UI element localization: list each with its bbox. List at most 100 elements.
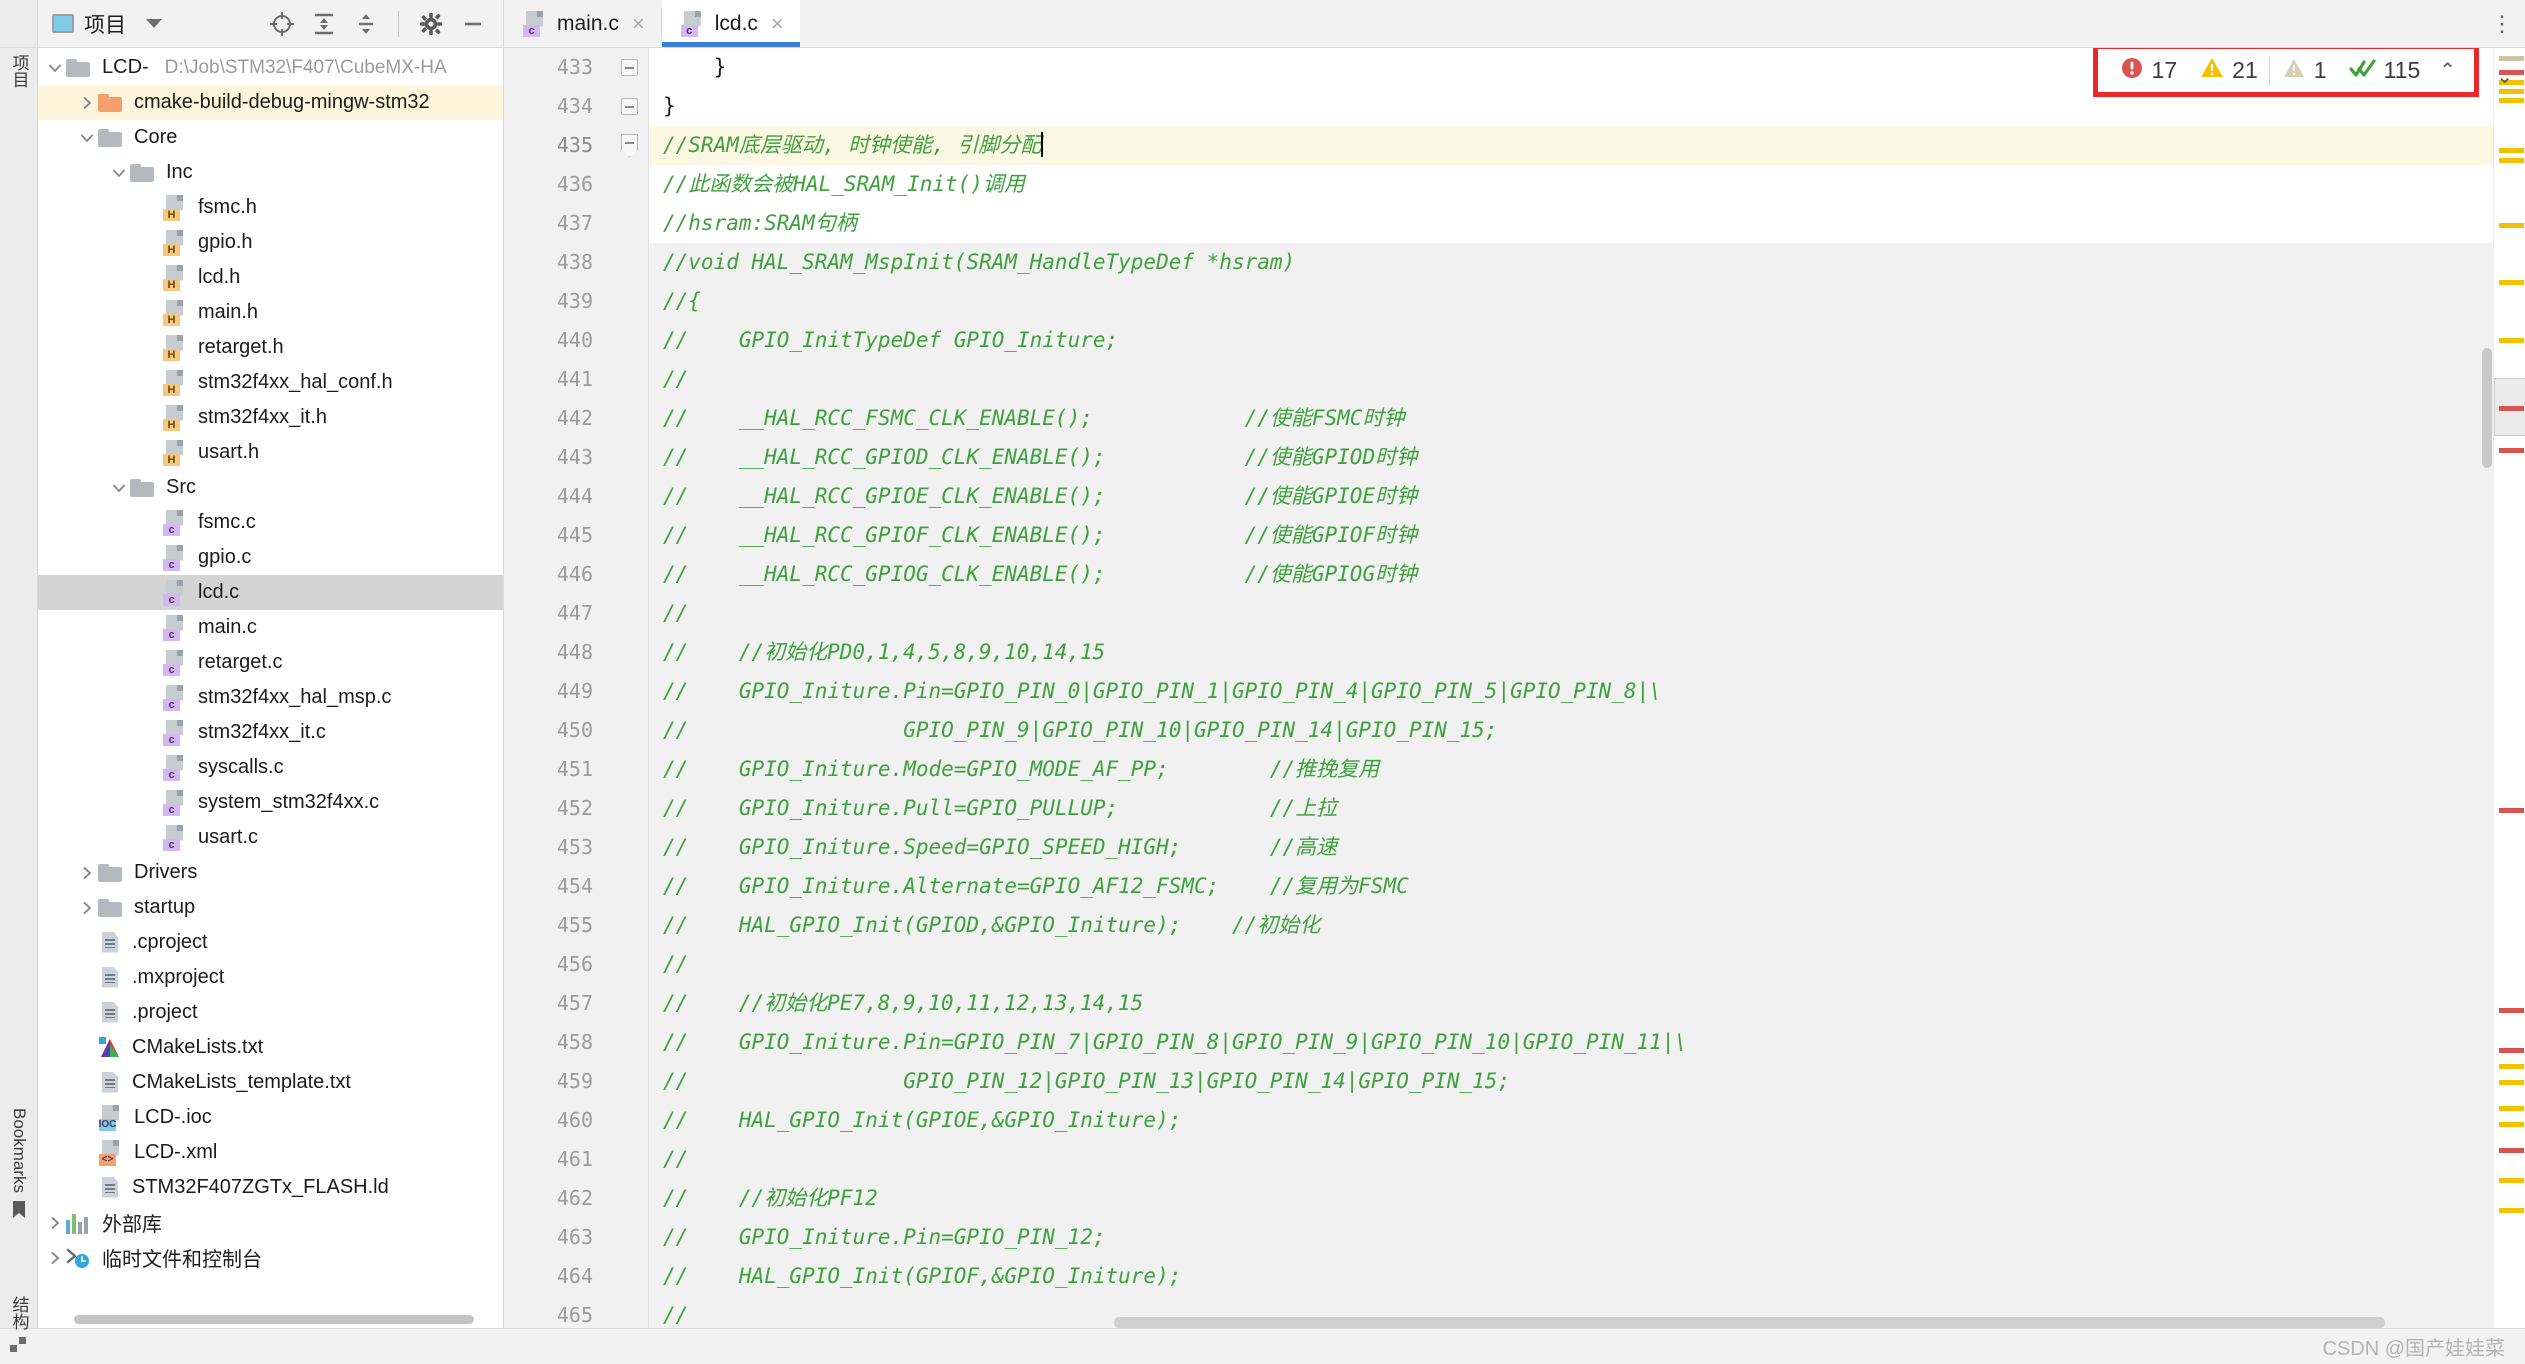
tree-node[interactable]: cgpio.c [38,540,503,575]
tree-node[interactable]: .mxproject [38,960,503,995]
code-line[interactable]: // __HAL_RCC_GPIOG_CLK_ENABLE(); //使能GPI… [649,555,2493,594]
inspection-widget[interactable]: 17 21 1 [2093,48,2479,97]
tree-node[interactable]: .cproject [38,925,503,960]
stripe-marker-err[interactable] [2499,406,2524,411]
collapse-all-icon[interactable] [351,9,381,39]
code-folding-gutter[interactable] [609,48,649,1328]
code-line[interactable]: //此函数会被HAL_SRAM_Init()调用 [649,165,2493,204]
close-icon[interactable]: × [771,13,784,35]
editor-tab-main-c[interactable]: c main.c × [504,0,661,47]
tree-node[interactable]: csyscalls.c [38,750,503,785]
code-line[interactable]: // //初始化PF12 [649,1179,2493,1218]
tree-node[interactable]: 临时文件和控制台 [38,1240,503,1275]
code-line[interactable]: // __HAL_RCC_FSMC_CLK_ENABLE(); //使能FSMC… [649,399,2493,438]
warning-count-item[interactable]: 21 [2188,55,2269,86]
minimize-icon[interactable] [458,9,488,39]
code-line[interactable]: // [649,1140,2493,1179]
code-line[interactable]: // [649,360,2493,399]
stripe-marker-err[interactable] [2499,1148,2524,1153]
code-text-area[interactable]: }}//SRAM底层驱动, 时钟使能, 引脚分配//此函数会被HAL_SRAM_… [649,48,2493,1328]
stripe-marker-err[interactable] [2499,1048,2524,1053]
locate-icon[interactable] [267,9,297,39]
gear-icon[interactable] [416,9,446,39]
tab-overflow-menu[interactable]: ⋮ [2480,0,2525,47]
tree-node[interactable]: Drivers [38,855,503,890]
inspection-ok-item[interactable]: 115 [2338,55,2432,86]
tree-node[interactable]: Hfsmc.h [38,190,503,225]
tree-node[interactable]: Core [38,120,503,155]
tree-node[interactable]: cstm32f4xx_hal_msp.c [38,680,503,715]
stripe-marker-warn[interactable] [2499,1122,2524,1127]
stripe-marker-warn[interactable] [2499,98,2524,103]
chevron-down-icon[interactable] [108,162,130,184]
tree-node[interactable]: Husart.h [38,435,503,470]
tree-node[interactable]: cretarget.c [38,645,503,680]
tree-node[interactable]: cfsmc.c [38,505,503,540]
code-line[interactable]: // [649,945,2493,984]
chevron-right-icon[interactable] [44,1212,66,1234]
stripe-marker-tan[interactable] [2499,56,2524,61]
error-count-item[interactable]: 17 [2108,55,2189,86]
tree-node[interactable]: csystem_stm32f4xx.c [38,785,503,820]
stripe-marker-err[interactable] [2499,448,2524,453]
tree-node[interactable]: Inc [38,155,503,190]
editor-vertical-scrollbar[interactable] [2482,348,2492,468]
code-line[interactable]: // GPIO_Initure.Pin=GPIO_PIN_0|GPIO_PIN_… [649,672,2493,711]
stripe-marker-warn[interactable] [2499,280,2524,285]
stripe-marker-warn[interactable] [2499,148,2524,153]
code-line[interactable]: //hsram:SRAM句柄 [649,204,2493,243]
fold-toggle-icon[interactable] [621,134,639,152]
code-line[interactable]: // //初始化PE7,8,9,10,11,12,13,14,15 [649,984,2493,1023]
stripe-marker-warn[interactable] [2499,1080,2524,1085]
code-line[interactable]: // GPIO_Initure.Pull=GPIO_PULLUP; //上拉 [649,789,2493,828]
weak-warning-count-item[interactable]: 1 [2270,55,2338,86]
code-line[interactable]: // GPIO_Initure.Pin=GPIO_PIN_12; [649,1218,2493,1257]
code-line[interactable]: // __HAL_RCC_GPIOF_CLK_ENABLE(); //使能GPI… [649,516,2493,555]
tree-node[interactable]: Hmain.h [38,295,503,330]
stripe-marker-err[interactable] [2499,808,2524,813]
expand-all-icon[interactable] [309,9,339,39]
code-line[interactable]: // __HAL_RCC_GPIOD_CLK_ENABLE(); //使能GPI… [649,438,2493,477]
tree-node[interactable]: LCD-D:\Job\STM32\F407\CubeMX-HA [38,50,503,85]
tree-node[interactable]: 外部库 [38,1205,503,1240]
stripe-marker-warn[interactable] [2499,158,2524,163]
chevron-right-icon[interactable] [76,897,98,919]
editor-tab-lcd-c[interactable]: c lcd.c × [662,0,800,47]
tree-node[interactable]: startup [38,890,503,925]
chevron-right-icon[interactable] [76,92,98,114]
stripe-marker-warn[interactable] [2499,1178,2524,1183]
chevron-down-icon[interactable] [44,57,66,79]
chevron-right-icon[interactable] [44,1247,66,1269]
stripe-marker-err[interactable] [2499,1008,2524,1013]
code-line[interactable]: // GPIO_Initure.Pin=GPIO_PIN_7|GPIO_PIN_… [649,1023,2493,1062]
stripe-marker-warn[interactable] [2499,1208,2524,1213]
code-line[interactable]: // HAL_GPIO_Init(GPIOF,&GPIO_Initure); [649,1257,2493,1296]
sidebar-item-bookmarks[interactable]: Bookmarks [0,1108,38,1225]
chevron-up-icon[interactable]: ⌃ [2431,58,2464,83]
fold-toggle-icon[interactable] [621,59,639,77]
editor-horizontal-scrollbar[interactable] [1114,1317,2385,1328]
tree-node[interactable]: <>LCD-.xml [38,1135,503,1170]
tree-node[interactable]: Hlcd.h [38,260,503,295]
tree-node[interactable]: Hretarget.h [38,330,503,365]
tree-node[interactable]: IOCLCD-.ioc [38,1100,503,1135]
code-line[interactable]: // GPIO_PIN_9|GPIO_PIN_10|GPIO_PIN_14|GP… [649,711,2493,750]
code-line[interactable]: // [649,594,2493,633]
code-line[interactable]: // GPIO_Initure.Mode=GPIO_MODE_AF_PP; //… [649,750,2493,789]
tree-node[interactable]: .project [38,995,503,1030]
chevron-down-icon[interactable] [146,19,162,28]
code-line[interactable]: // GPIO_Initure.Speed=GPIO_SPEED_HIGH; /… [649,828,2493,867]
tree-node[interactable]: STM32F407ZGTx_FLASH.ld [38,1170,503,1205]
tree-node[interactable]: Hstm32f4xx_hal_conf.h [38,365,503,400]
project-tree-panel[interactable]: LCD-D:\Job\STM32\F407\CubeMX-HAcmake-bui… [38,48,504,1328]
error-marker-stripe[interactable] [2493,48,2525,1328]
tree-node[interactable]: Src [38,470,503,505]
code-line[interactable]: //{ [649,282,2493,321]
tree-node[interactable]: CMakeLists_template.txt [38,1065,503,1100]
tree-node[interactable]: Hstm32f4xx_it.h [38,400,503,435]
chevron-down-icon[interactable] [76,127,98,149]
code-line[interactable]: // __HAL_RCC_GPIOE_CLK_ENABLE(); //使能GPI… [649,477,2493,516]
chevron-down-icon[interactable] [108,477,130,499]
code-line[interactable]: // GPIO_PIN_12|GPIO_PIN_13|GPIO_PIN_14|G… [649,1062,2493,1101]
code-line[interactable]: // GPIO_Initure.Alternate=GPIO_AF12_FSMC… [649,867,2493,906]
